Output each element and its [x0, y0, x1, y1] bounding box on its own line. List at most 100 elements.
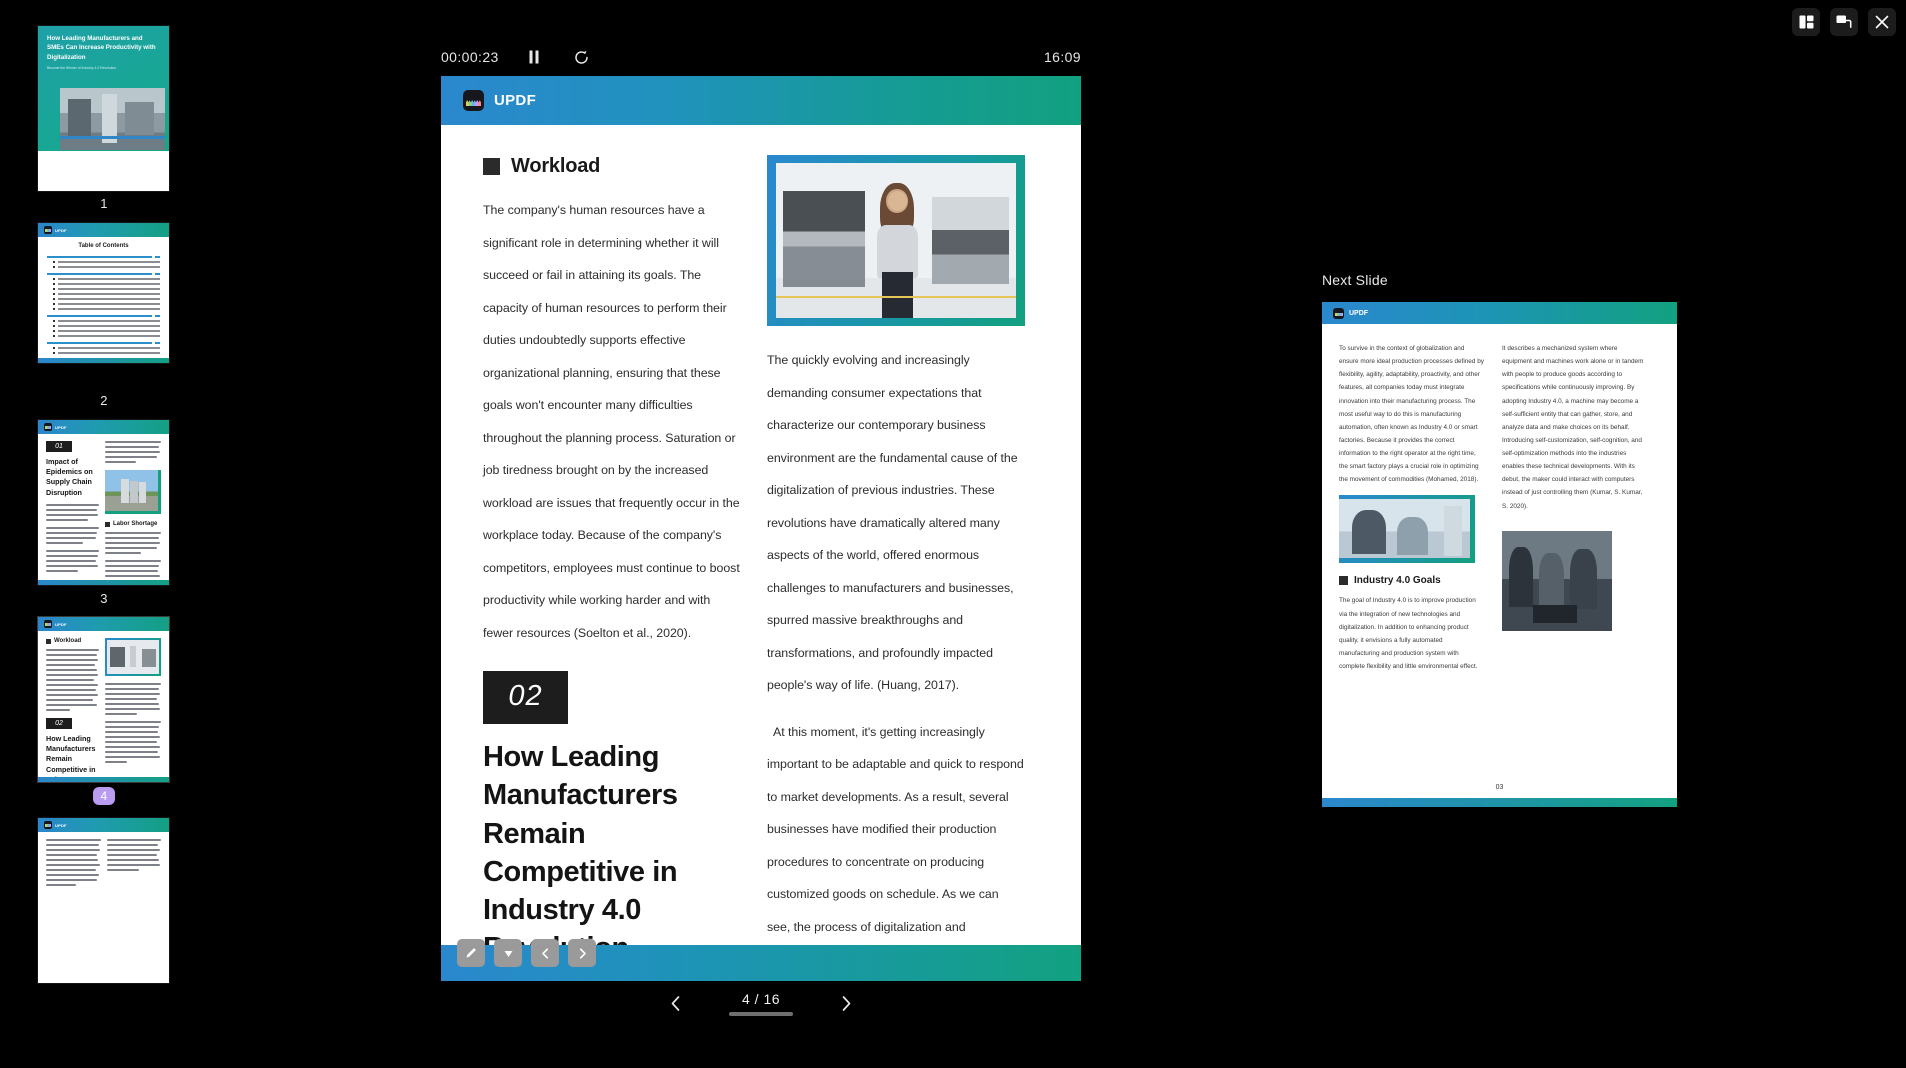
mini-header: UPDF — [38, 223, 169, 237]
slide-prev-button[interactable] — [531, 939, 559, 967]
nav-next-button[interactable] — [833, 990, 859, 1016]
workload-paragraph: The company's human resources have a sig… — [483, 203, 740, 640]
brand-name: UPDF — [55, 621, 67, 627]
thumbnail-slide-2[interactable]: UPDF Table of Contents — [38, 223, 169, 363]
close-icon — [1875, 15, 1889, 29]
thumbnail-slide-3[interactable]: UPDF 01 Impact of Epidemics on Supply Ch… — [38, 420, 169, 585]
updf-logo-icon — [463, 90, 484, 111]
next-right-paragraph: It describes a mechanized system where e… — [1502, 345, 1644, 510]
woman-factory-photo — [105, 638, 161, 676]
section-title: Workload — [511, 155, 601, 177]
chapter-badge: 02 — [483, 673, 568, 722]
slide-thumbnail-rail[interactable]: How Leading Manufacturers and SMEs Can I… — [0, 0, 208, 1068]
woman-in-factory-photo — [767, 155, 1025, 326]
next-slide-right-column: It describes a mechanized system where e… — [1502, 342, 1647, 682]
thumbnail-badge: 01 — [46, 441, 72, 452]
bullet-square-icon — [483, 158, 500, 175]
nav-previous-button[interactable] — [663, 990, 689, 1016]
thumbnail-title: How Leading Manufacturers and SMEs Can I… — [47, 35, 156, 61]
next-slide-content: To survive in the context of globalizati… — [1322, 324, 1677, 682]
thumbnail-title: Impact of Epidemics on Supply Chain Disr… — [46, 457, 93, 497]
thumbnail-section-title: Workload — [54, 638, 82, 644]
layout-view-button[interactable] — [1792, 8, 1820, 36]
triangle-down-icon — [504, 950, 512, 957]
thumbnail-slide-4[interactable]: UPDF Workload 02 How Leading Manufacture… — [38, 617, 169, 782]
updf-logo-icon — [44, 226, 52, 234]
chapter-badge-wrap: 02 — [483, 671, 568, 724]
pen-icon — [466, 948, 476, 958]
chevron-left-icon — [541, 947, 548, 959]
timer-bar: 00:00:23 16:09 — [441, 44, 1081, 70]
progress-track[interactable] — [729, 1011, 793, 1016]
goals-title: Industry 4.0 Goals — [1354, 575, 1441, 587]
badge-rule-bottom — [483, 722, 568, 724]
team-discussion-photo — [1339, 495, 1475, 564]
layout-grid-icon — [1799, 15, 1813, 29]
slide-navigation: 4 / 16 — [441, 990, 1081, 1016]
right-paragraph-1: The quickly evolving and increasingly de… — [767, 353, 1018, 692]
next-slide-header: UPDF — [1322, 302, 1677, 324]
mini-header: UPDF — [38, 617, 169, 631]
present-screen-button[interactable] — [1830, 8, 1858, 36]
factory-team-photo — [1502, 530, 1612, 631]
goals-heading: Industry 4.0 Goals — [1339, 575, 1484, 586]
pointer-tool-button[interactable] — [494, 939, 522, 967]
next-slide-page-number: 03 — [1495, 784, 1504, 791]
slide-toolbar — [441, 933, 1081, 973]
thumbnail-number-1: 1 — [100, 196, 108, 211]
slide-right-column: The quickly evolving and increasingly de… — [767, 155, 1025, 981]
next-slide-label: Next Slide — [1322, 272, 1388, 288]
thumbnail-title: How Leading Manufacturers Remain Competi… — [46, 734, 96, 782]
chevron-right-icon — [842, 995, 851, 1011]
brand-name: UPDF — [1349, 309, 1369, 317]
pause-icon — [529, 50, 539, 64]
toc-title: Table of Contents — [78, 243, 129, 249]
slide-next-button[interactable] — [568, 939, 596, 967]
updf-logo-icon — [44, 620, 52, 628]
thumbnail-badge: 02 — [46, 718, 72, 729]
next-slide-preview[interactable]: UPDF To survive in the context of global… — [1322, 302, 1677, 807]
updf-logo-icon — [44, 423, 52, 431]
mini-header: UPDF — [38, 420, 169, 434]
next-left-paragraph: To survive in the context of globalizati… — [1339, 345, 1484, 484]
goals-paragraph: The goal of Industry 4.0 is to improve p… — [1339, 597, 1478, 670]
current-slide[interactable]: UPDF Workload The company's human resour… — [441, 76, 1081, 981]
wall-clock: 16:09 — [1043, 49, 1081, 65]
cover-photo — [60, 88, 165, 150]
screen-share-icon — [1836, 15, 1852, 28]
thumbnail-number-3: 3 — [100, 591, 108, 606]
thumbnail-slide-5[interactable]: UPDF — [38, 818, 169, 983]
active-slide-badge: 4 — [92, 787, 116, 805]
updf-logo-icon — [44, 821, 52, 829]
thumbnail-slide-1[interactable]: How Leading Manufacturers and SMEs Can I… — [38, 26, 169, 191]
next-slide-left-column: To survive in the context of globalizati… — [1339, 342, 1484, 682]
thumbnail-number-2: 2 — [100, 393, 108, 408]
next-slide-footer-band — [1322, 798, 1677, 807]
brand-name: UPDF — [55, 227, 67, 233]
slide-content: Workload The company's human resources h… — [441, 125, 1081, 981]
thumbnail-section-title: Labor Shortage — [113, 521, 158, 527]
mini-header: UPDF — [38, 818, 169, 832]
slide-counter: 4 / 16 — [741, 990, 781, 1007]
presenter-view: How Leading Manufacturers and SMEs Can I… — [0, 0, 1906, 1068]
chevron-left-icon — [671, 995, 680, 1011]
thumbnail-number-4: 4 — [0, 787, 208, 805]
close-button[interactable] — [1868, 8, 1896, 36]
pause-timer-button[interactable] — [521, 44, 547, 70]
reset-timer-button[interactable] — [569, 44, 595, 70]
reset-icon — [575, 50, 588, 64]
slide-left-column: Workload The company's human resources h… — [483, 155, 741, 981]
silo-photo — [105, 470, 161, 514]
elapsed-time: 00:00:23 — [441, 49, 499, 65]
slide-brand-header: UPDF — [441, 76, 1081, 125]
toc-entries — [47, 256, 160, 354]
slide-counter-group: 4 / 16 — [729, 991, 793, 1016]
window-controls — [1792, 8, 1896, 36]
chevron-right-icon — [579, 947, 586, 959]
bullet-square-icon — [1339, 576, 1348, 586]
thumbnail-subtitle: Become the Winner of Industry 4.0 Revolu… — [47, 65, 117, 70]
brand-name: UPDF — [494, 92, 537, 109]
pen-tool-button[interactable] — [457, 939, 485, 967]
section-heading: Workload — [483, 155, 741, 178]
updf-logo-icon — [1333, 307, 1344, 319]
